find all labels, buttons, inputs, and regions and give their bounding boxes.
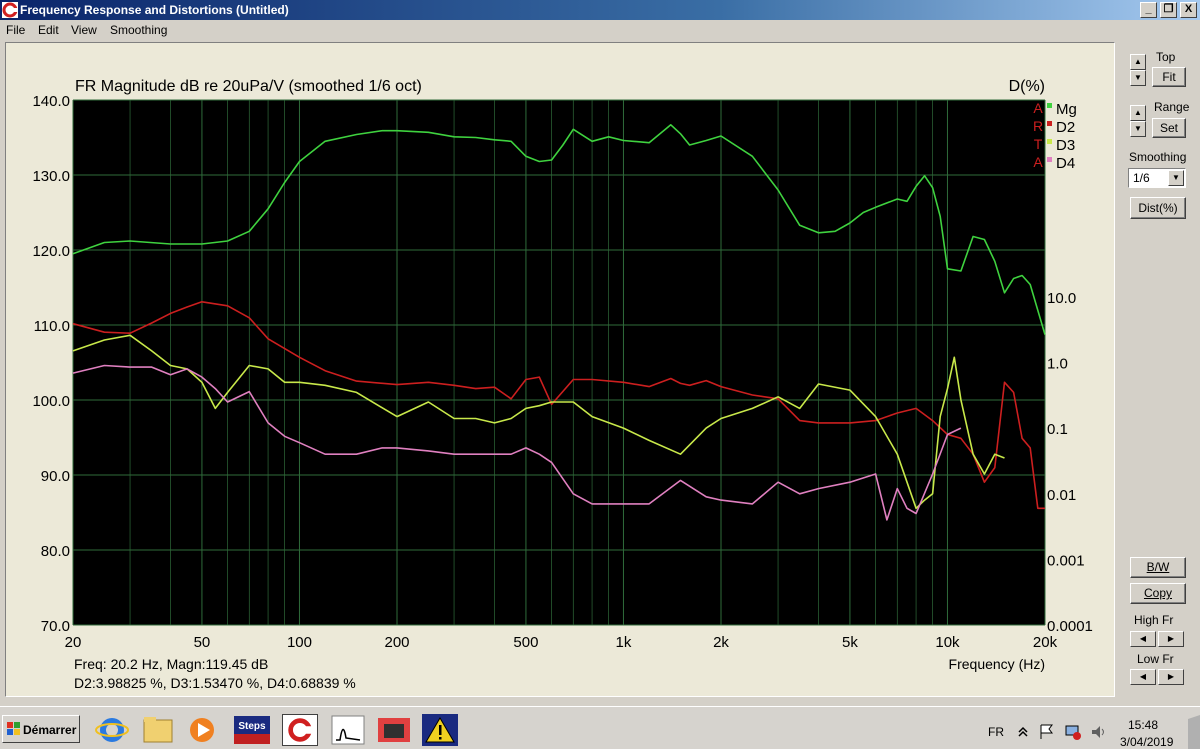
- x-tick-label: 20: [65, 634, 82, 651]
- range-label: Range: [1154, 100, 1190, 114]
- chevron-down-icon[interactable]: ▼: [1168, 170, 1184, 186]
- y-tick-label: 90.0: [41, 468, 70, 485]
- windows-logo-icon: [7, 722, 20, 735]
- legend-side-letter: A: [1033, 100, 1043, 116]
- low-fr-left-spin[interactable]: ◀: [1130, 669, 1156, 685]
- legend-entry-mg: Mg: [1056, 101, 1077, 118]
- legend: A Mg R D2 T D3 A D4: [1033, 100, 1077, 172]
- y2-tick-label: 0.1: [1047, 421, 1068, 438]
- y2-tick-label: 1.0: [1047, 356, 1068, 373]
- steps-icon[interactable]: Steps: [234, 714, 270, 746]
- dist-button[interactable]: Dist(%): [1130, 197, 1186, 219]
- y-tick-label: 100.0: [32, 393, 70, 410]
- y2-tick-label: 10.0: [1047, 290, 1076, 307]
- video-icon[interactable]: [376, 714, 412, 746]
- plot-area[interactable]: [73, 100, 1045, 625]
- x-tick-label: 10k: [935, 634, 960, 651]
- internet-explorer-icon[interactable]: [94, 714, 130, 746]
- y-tick-label: 70.0: [41, 618, 70, 635]
- legend-entry-d3: D3: [1056, 137, 1075, 154]
- legend-swatch-d4: [1047, 157, 1052, 162]
- legend-swatch-mg: [1047, 103, 1052, 108]
- warning-icon[interactable]: [422, 714, 458, 746]
- smoothing-select[interactable]: 1/6 ▼: [1128, 168, 1186, 188]
- right-axis-label: D(%): [1009, 78, 1045, 95]
- x-tick-label: 20k: [1033, 634, 1058, 651]
- flag-icon[interactable]: [1038, 723, 1056, 741]
- copy-button[interactable]: Copy: [1130, 583, 1186, 604]
- bw-button[interactable]: B/W: [1130, 557, 1186, 578]
- x-axis-label: Frequency (Hz): [949, 656, 1045, 672]
- clock-time: 15:48: [1128, 718, 1159, 732]
- legend-swatch-d3: [1047, 139, 1052, 144]
- system-tray: FR 15:48 3/04/2019: [980, 709, 1200, 749]
- y2-tick-label: 0.001: [1047, 552, 1085, 569]
- arta-icon[interactable]: [282, 714, 318, 746]
- low-fr-label: Low Fr: [1137, 652, 1174, 666]
- network-icon[interactable]: [1064, 723, 1082, 741]
- top-label: Top: [1156, 50, 1176, 64]
- readout-line2: D2:3.98825 %, D3:1.53470 %, D4:0.68839 %: [74, 675, 356, 691]
- readout-line1: Freq: 20.2 Hz, Magn:119.45 dB: [74, 656, 269, 672]
- legend-swatch-d2: [1047, 121, 1052, 126]
- start-label: Démarrer: [23, 723, 77, 737]
- top-down-spin[interactable]: ▼: [1130, 70, 1146, 86]
- chart-title: FR Magnitude dB re 20uPa/V (smoothed 1/6…: [75, 78, 422, 95]
- fit-button[interactable]: Fit: [1152, 67, 1186, 87]
- show-desktop-icon[interactable]: [1188, 715, 1200, 749]
- x-tick-label: 100: [287, 634, 312, 651]
- legend-side-letter: A: [1033, 154, 1043, 170]
- x-tick-label: 500: [513, 634, 538, 651]
- fr-chart[interactable]: 20 50 100 200 500 1k 2k 5k 10k 20k 70.0 80.0 90.0 100…: [0, 0, 1200, 706]
- clock-date: 3/04/2019: [1120, 735, 1174, 749]
- legend-entry-d4: D4: [1056, 155, 1075, 172]
- legend-entry-d2: D2: [1056, 119, 1075, 136]
- x-tick-label: 200: [384, 634, 409, 651]
- y2-tick-label: 0.01: [1047, 487, 1076, 504]
- chevron-up-icon[interactable]: [1016, 725, 1030, 739]
- top-up-spin[interactable]: ▲: [1130, 54, 1146, 70]
- range-up-spin[interactable]: ▲: [1130, 105, 1146, 121]
- volume-icon[interactable]: [1090, 723, 1108, 741]
- taskbar: Démarrer Steps FR 15:48 3/04/2019: [0, 706, 1200, 749]
- y-tick-label: 120.0: [32, 243, 70, 260]
- high-fr-left-spin[interactable]: ◀: [1130, 631, 1156, 647]
- start-button[interactable]: Démarrer: [2, 715, 80, 743]
- y-tick-label: 130.0: [32, 168, 70, 185]
- legend-side-letter: T: [1034, 136, 1043, 152]
- set-button[interactable]: Set: [1152, 118, 1186, 138]
- x-tick-label: 2k: [713, 634, 729, 651]
- high-fr-label: High Fr: [1134, 613, 1174, 627]
- steps-text: Steps: [238, 721, 266, 732]
- x-tick-label: 1k: [616, 634, 632, 651]
- legend-side-letter: R: [1033, 118, 1043, 134]
- smoothing-value: 1/6: [1133, 171, 1150, 185]
- high-fr-right-spin[interactable]: ▶: [1158, 631, 1184, 647]
- media-player-icon[interactable]: [184, 714, 220, 746]
- smoothing-label: Smoothing: [1129, 150, 1187, 164]
- x-tick-label: 50: [194, 634, 211, 651]
- limp-icon[interactable]: [330, 714, 366, 746]
- y-tick-label: 110.0: [34, 318, 70, 335]
- language-indicator[interactable]: FR: [988, 725, 1004, 739]
- folder-icon[interactable]: [140, 714, 176, 746]
- y-tick-label: 140.0: [32, 93, 70, 110]
- y2-tick-label: 0.0001: [1047, 618, 1093, 635]
- range-down-spin[interactable]: ▼: [1130, 121, 1146, 137]
- x-tick-label: 5k: [842, 634, 858, 651]
- low-fr-right-spin[interactable]: ▶: [1158, 669, 1184, 685]
- y-tick-label: 80.0: [41, 543, 70, 560]
